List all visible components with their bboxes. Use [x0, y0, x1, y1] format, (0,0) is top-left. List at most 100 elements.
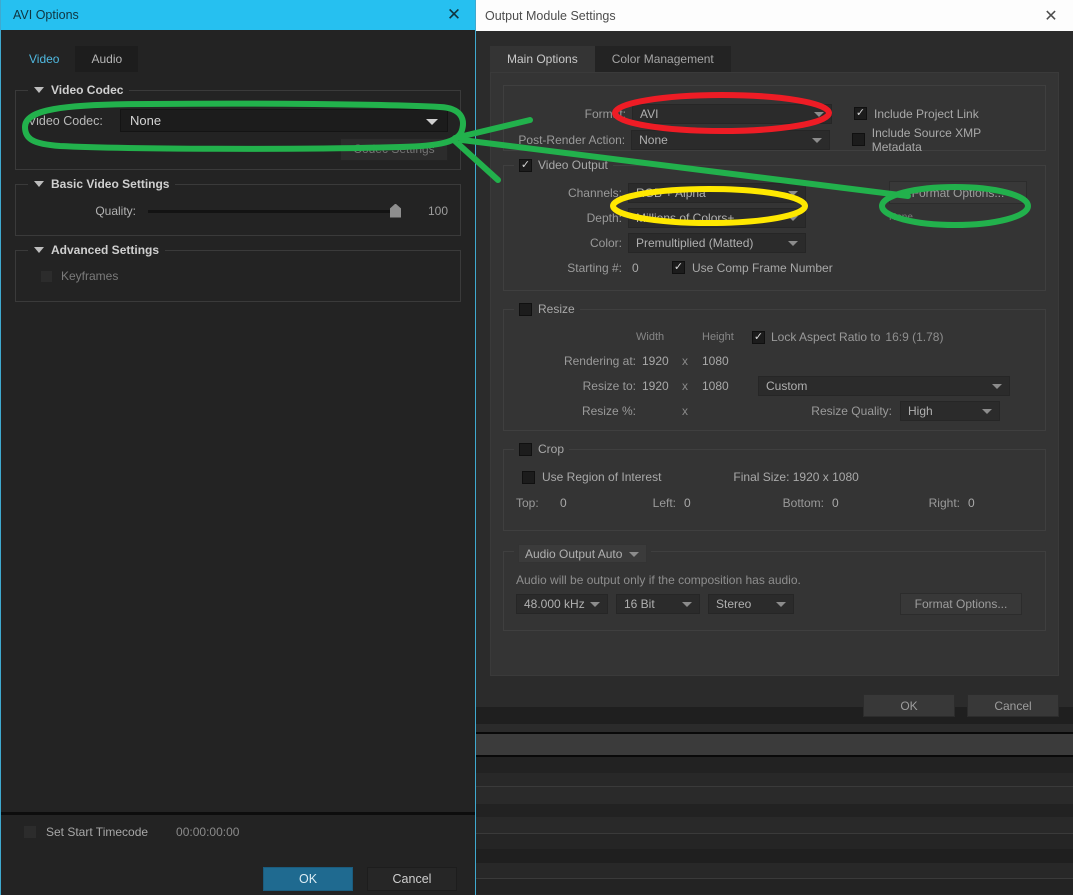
resize-quality-value: High	[908, 403, 933, 418]
lock-aspect-ratio-checkbox[interactable]	[752, 330, 765, 344]
output-module-body: Main Options Color Management Format: AV…	[476, 46, 1073, 717]
resize-group: Resize Width Height Lock Aspect Ratio to…	[503, 302, 1046, 431]
avi-options-title: AVI Options	[13, 8, 79, 22]
resize-preset-dropdown[interactable]: Custom	[758, 375, 1010, 396]
bg-row	[476, 879, 1073, 894]
disclosure-triangle-icon[interactable]	[34, 181, 44, 187]
depth-dropdown[interactable]: Millions of Colors+	[628, 207, 806, 228]
chevron-down-icon	[590, 602, 600, 607]
close-icon[interactable]: ✕	[1029, 0, 1073, 31]
audio-bit-depth-dropdown[interactable]: 16 Bit	[616, 594, 700, 614]
tab-color-management-label: Color Management	[611, 52, 714, 66]
channels-value: RGB + Alpha	[636, 185, 706, 200]
audio-channels-dropdown[interactable]: Stereo	[708, 594, 794, 614]
output-module-cancel-button[interactable]: Cancel	[967, 694, 1059, 717]
crop-left-label: Left:	[652, 496, 676, 510]
tab-color-management[interactable]: Color Management	[594, 46, 731, 72]
disclosure-triangle-icon[interactable]	[34, 87, 44, 93]
use-region-of-interest-checkbox[interactable]	[522, 470, 535, 484]
avi-options-body: Video Audio Video Codec Video Codec: Non…	[1, 46, 475, 895]
include-xmp-label: Include Source XMP Metadata	[871, 125, 981, 154]
include-xmp-checkbox[interactable]	[851, 133, 865, 146]
crop-group: Crop Use Region of Interest Final Size: …	[503, 442, 1046, 531]
bg-row	[476, 787, 1073, 804]
starting-number-value[interactable]: 0	[632, 261, 672, 275]
crop-left-value[interactable]: 0	[684, 496, 768, 510]
avi-ok-button[interactable]: OK	[263, 867, 353, 891]
channels-label: Channels:	[567, 185, 622, 200]
disclosure-triangle-icon[interactable]	[34, 247, 44, 253]
quality-slider-thumb[interactable]	[390, 203, 401, 218]
video-output-checkbox[interactable]	[519, 158, 532, 172]
video-codec-group: Video Codec Video Codec: None Codec Sett…	[15, 83, 461, 170]
video-format-options-button[interactable]: Format Options...	[889, 181, 1027, 204]
audio-sample-rate-dropdown[interactable]: 48.000 kHz	[516, 594, 608, 614]
output-module-cancel-label: Cancel	[994, 698, 1032, 713]
depth-label: Depth:	[586, 210, 622, 225]
resize-checkbox[interactable]	[519, 302, 532, 316]
video-codec-label: Video Codec:	[28, 113, 103, 128]
crop-right-value[interactable]: 0	[968, 496, 975, 510]
tab-audio[interactable]: Audio	[75, 46, 139, 72]
basic-video-settings-legend-label: Basic Video Settings	[51, 177, 170, 191]
quality-value[interactable]: 100	[408, 204, 448, 218]
bg-row	[476, 757, 1073, 773]
use-comp-frame-number-checkbox[interactable]	[672, 261, 685, 274]
video-codec-dropdown[interactable]: None	[120, 109, 448, 132]
tab-main-options[interactable]: Main Options	[490, 46, 595, 72]
audio-format-options-button[interactable]: Format Options...	[900, 593, 1022, 615]
bg-row	[476, 817, 1073, 833]
post-render-action-dropdown[interactable]: None	[631, 129, 830, 150]
quality-slider[interactable]	[148, 203, 401, 218]
audio-channels-value: Stereo	[716, 597, 752, 611]
depth-value: Millions of Colors+	[636, 210, 735, 225]
color-label: Color:	[589, 235, 622, 250]
final-size-label: Final Size: 1920 x 1080	[733, 470, 859, 484]
tab-video[interactable]: Video	[13, 46, 76, 72]
avi-options-footer: Set Start Timecode 00:00:00:00 OK Cancel	[1, 815, 475, 895]
crop-checkbox[interactable]	[519, 442, 532, 456]
close-icon[interactable]: ✕	[433, 0, 475, 30]
resize-preset-value: Custom	[766, 378, 808, 393]
resize-legend: Resize	[514, 302, 580, 316]
avi-cancel-button[interactable]: Cancel	[367, 867, 457, 891]
format-value: AVI	[640, 106, 659, 121]
resize-to-width[interactable]: 1920	[636, 379, 682, 393]
x-separator: x	[682, 353, 688, 368]
codec-settings-button[interactable]: Codec Settings	[340, 137, 448, 161]
video-format-options-label: Format Options...	[911, 185, 1005, 200]
lock-aspect-ratio-value: 16:9 (1.78)	[885, 330, 944, 344]
basic-video-settings-legend: Basic Video Settings	[28, 177, 176, 191]
resize-to-height[interactable]: 1080	[702, 379, 752, 393]
rendering-at-label: Rendering at:	[563, 353, 636, 368]
avi-options-titlebar: AVI Options ✕	[1, 0, 475, 30]
video-codec-value: None	[130, 113, 162, 128]
output-module-ok-button[interactable]: OK	[863, 694, 955, 717]
format-dropdown[interactable]: AVI	[632, 103, 832, 124]
audio-output-mode-dropdown[interactable]: Audio Output Auto	[518, 544, 648, 563]
bg-row	[476, 834, 1073, 849]
codec-settings-label: Codec Settings	[353, 142, 435, 156]
channels-dropdown[interactable]: RGB + Alpha	[628, 182, 806, 203]
crop-right-label: Right:	[928, 496, 960, 510]
chevron-down-icon	[811, 137, 822, 143]
set-start-timecode-checkbox[interactable]	[23, 825, 37, 839]
quality-slider-track[interactable]	[148, 203, 401, 218]
rendering-at-width: 1920	[642, 353, 669, 368]
keyframes-checkbox[interactable]	[40, 269, 53, 283]
include-project-link-checkbox[interactable]	[854, 107, 867, 120]
crop-bottom-value[interactable]: 0	[832, 496, 916, 510]
resize-quality-dropdown[interactable]: High	[900, 400, 1000, 421]
x-separator: x	[682, 378, 688, 393]
quality-label: Quality:	[95, 204, 136, 218]
resize-height-header: Height	[702, 331, 734, 343]
chevron-down-icon	[814, 111, 824, 117]
lock-aspect-ratio-label: Lock Aspect Ratio to	[771, 330, 881, 344]
crop-top-value[interactable]: 0	[560, 496, 640, 510]
crop-bottom-label: Bottom:	[782, 496, 824, 510]
set-start-timecode-value[interactable]: 00:00:00:00	[176, 825, 239, 839]
crop-top-label: Top:	[516, 496, 539, 510]
resize-legend-label: Resize	[538, 302, 575, 316]
format-group: Format: AVI Include Project Link Post-Re…	[503, 85, 1046, 154]
color-dropdown[interactable]: Premultiplied (Matted)	[628, 232, 806, 253]
